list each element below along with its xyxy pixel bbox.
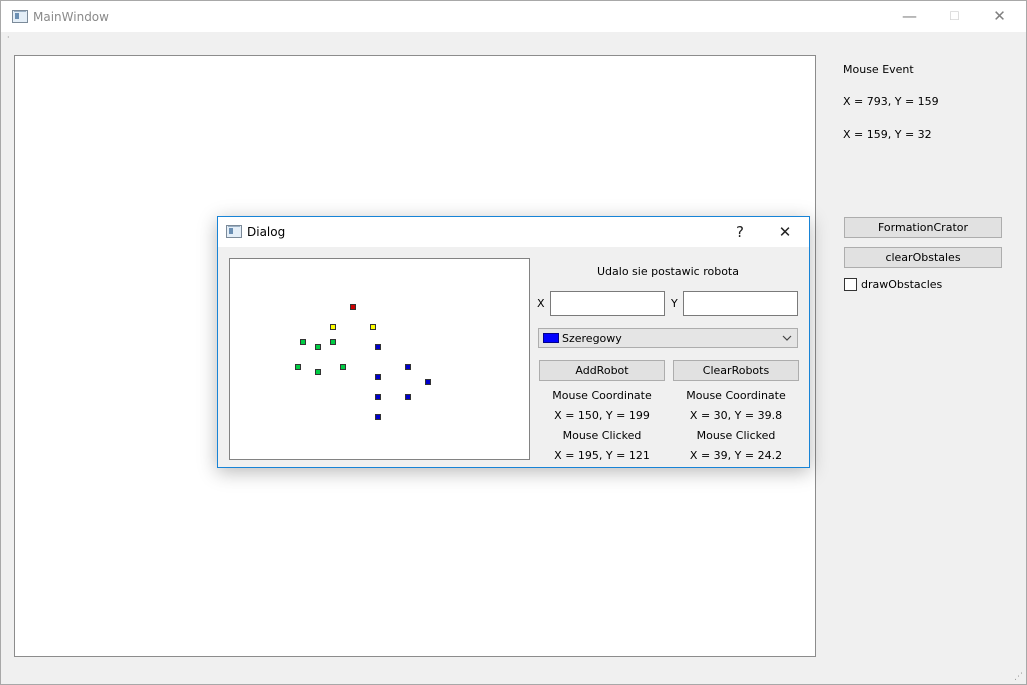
menu-bar: · [1, 32, 1026, 43]
dialog-title: Dialog [247, 225, 286, 239]
main-titlebar: MainWindow — ☐ ✕ [1, 1, 1026, 32]
add-robot-button[interactable]: AddRobot [539, 360, 665, 381]
window-title: MainWindow [33, 10, 109, 24]
x-input[interactable] [550, 291, 665, 316]
mouse-event-coords-1: X = 793, Y = 159 [843, 95, 939, 108]
formation-select-value: Szeregowy [562, 332, 622, 345]
robot-marker-green [330, 339, 336, 345]
robot-marker-blue [405, 364, 411, 370]
draw-obstacles-checkbox[interactable] [844, 278, 857, 291]
draw-obstacles-label[interactable]: drawObstacles [861, 278, 942, 291]
robot-marker-blue [405, 394, 411, 400]
resize-grip-icon[interactable]: ⋰ [1014, 672, 1023, 682]
mouse-event-coords-2: X = 159, Y = 32 [843, 128, 932, 141]
robot-marker-green [295, 364, 301, 370]
robot-marker-green [315, 344, 321, 350]
help-button[interactable]: ? [720, 217, 760, 247]
robot-marker-yellow [370, 324, 376, 330]
robot-marker-red [350, 304, 356, 310]
left-mouse-clicked-label: Mouse Clicked [562, 429, 642, 442]
y-input[interactable] [683, 291, 798, 316]
dialog-titlebar: Dialog ? ✕ [218, 217, 809, 247]
robot-marker-yellow [330, 324, 336, 330]
robot-canvas[interactable] [229, 258, 530, 460]
robot-marker-green [300, 339, 306, 345]
maximize-button[interactable]: ☐ [932, 1, 977, 32]
robot-marker-blue [425, 379, 431, 385]
minimize-button[interactable]: — [887, 1, 932, 32]
formation-color-swatch [543, 333, 559, 343]
left-mouse-coordinate-value: X = 150, Y = 199 [554, 409, 650, 422]
robot-marker-blue [375, 414, 381, 420]
chevron-down-icon [782, 331, 792, 348]
right-mouse-clicked-value: X = 39, Y = 24.2 [689, 449, 783, 462]
clear-robots-button[interactable]: ClearRobots [673, 360, 799, 381]
dialog-icon [226, 225, 242, 238]
x-label: X [537, 297, 545, 310]
app-icon [12, 10, 28, 23]
formation-creator-button[interactable]: FormationCrator [844, 217, 1002, 238]
formation-select[interactable]: Szeregowy [538, 328, 798, 348]
left-mouse-clicked-value: X = 195, Y = 121 [554, 449, 650, 462]
right-mouse-coordinate-value: X = 30, Y = 39.8 [689, 409, 783, 422]
dialog-close-button[interactable]: ✕ [765, 217, 805, 247]
left-mouse-coordinate-label: Mouse Coordinate [552, 389, 652, 402]
close-button[interactable]: ✕ [977, 1, 1022, 32]
clear-obstacles-button[interactable]: clearObstales [844, 247, 1002, 268]
mouse-event-label: Mouse Event [843, 63, 914, 76]
robot-marker-green [340, 364, 346, 370]
robot-marker-green [315, 369, 321, 375]
menu-indicator: · [7, 33, 10, 42]
robot-marker-blue [375, 344, 381, 350]
robot-marker-blue [375, 394, 381, 400]
right-mouse-clicked-label: Mouse Clicked [696, 429, 776, 442]
y-label: Y [671, 297, 678, 310]
right-mouse-coordinate-label: Mouse Coordinate [686, 389, 786, 402]
robot-dialog: Dialog ? ✕ Udalo sie postawic robota X Y… [217, 216, 810, 468]
status-text: Udalo sie postawic robota [597, 265, 739, 278]
robot-marker-blue [375, 374, 381, 380]
